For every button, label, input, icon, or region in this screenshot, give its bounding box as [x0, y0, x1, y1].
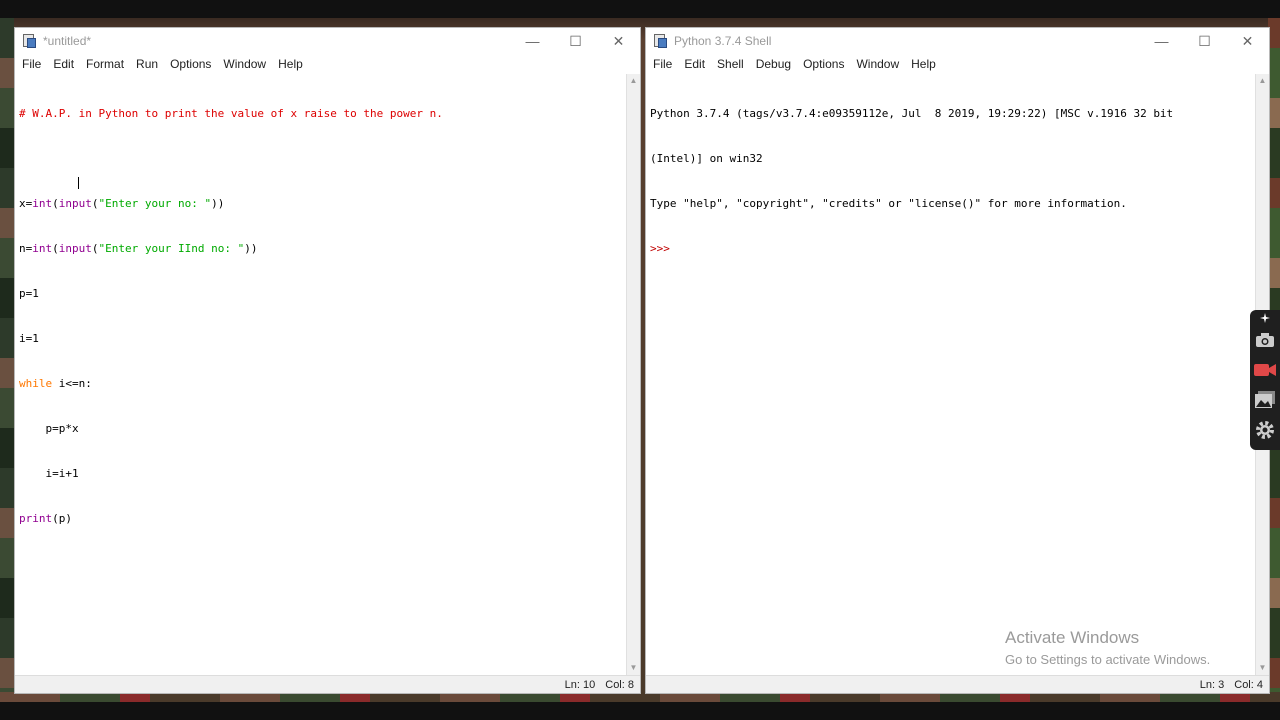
watermark-subtitle: Go to Settings to activate Windows.: [1005, 652, 1211, 667]
video-icon[interactable]: [1253, 358, 1277, 382]
shell-text: Python 3.7.4 (tags/v3.7.4:e09359112e, Ju…: [650, 107, 1174, 120]
code-line-9: i=i+1: [19, 466, 622, 481]
code-token: i<=n:: [52, 377, 92, 390]
code-builtin: print: [19, 512, 53, 525]
menu-edit[interactable]: Edit: [679, 57, 712, 71]
code-token: )): [211, 197, 225, 210]
code-builtin: int: [32, 242, 53, 255]
menu-edit[interactable]: Edit: [48, 57, 81, 71]
code-string: "Enter your no: ": [98, 197, 212, 210]
editor-menubar: File Edit Format Run Options Window Help: [15, 54, 640, 74]
code-builtin: int: [32, 197, 53, 210]
shell-titlebar[interactable]: Python 3.7.4 Shell — ☐ ✕: [646, 28, 1269, 54]
pin-icon[interactable]: [1253, 312, 1277, 324]
scroll-up-icon[interactable]: ▲: [629, 76, 638, 86]
text-cursor-icon: [78, 177, 81, 189]
code-token: (p): [52, 512, 72, 525]
code-line-8: p=p*x: [19, 421, 622, 436]
code-string: "Enter your IInd no: ": [98, 242, 245, 255]
code-line-4: n=int(input("Enter your IInd no: ")): [19, 241, 622, 256]
code-token: (: [52, 242, 59, 255]
menu-window[interactable]: Window: [851, 57, 906, 71]
editor-statusbar: Ln: 10 Col: 8: [15, 675, 640, 693]
idle-icon: [652, 33, 668, 49]
menu-options[interactable]: Options: [165, 57, 218, 71]
menu-file[interactable]: File: [17, 57, 48, 71]
menu-format[interactable]: Format: [81, 57, 131, 71]
line-number: Ln: 3: [1199, 678, 1225, 691]
shell-output[interactable]: Python 3.7.4 (tags/v3.7.4:e09359112e, Ju…: [646, 74, 1255, 675]
menu-debug[interactable]: Debug: [751, 57, 798, 71]
code-line-7: while i<=n:: [19, 376, 622, 391]
code-token: (: [91, 197, 99, 210]
code-line-10: print(p): [19, 511, 622, 526]
menu-help[interactable]: Help: [906, 57, 943, 71]
code-builtin: input: [58, 242, 92, 255]
menu-file[interactable]: File: [648, 57, 679, 71]
shell-title: Python 3.7.4 Shell: [674, 34, 772, 48]
minimize-button[interactable]: —: [511, 28, 554, 54]
menu-window[interactable]: Window: [218, 57, 273, 71]
shell-line: Type "help", "copyright", "credits" or "…: [650, 196, 1251, 211]
shell-window[interactable]: Python 3.7.4 Shell — ☐ ✕ File Edit Shell…: [645, 27, 1270, 694]
editor-titlebar[interactable]: *untitled* — ☐ ✕: [15, 28, 640, 54]
scroll-down-icon[interactable]: ▼: [1258, 663, 1267, 673]
scroll-up-icon[interactable]: ▲: [1258, 76, 1267, 86]
shell-line: >>>: [650, 241, 1251, 256]
code-token: (: [52, 197, 59, 210]
shell-text: Type "help", "copyright", "credits" or "…: [650, 197, 1127, 210]
shell-line: Python 3.7.4 (tags/v3.7.4:e09359112e, Ju…: [650, 106, 1251, 121]
code-line-3: x=int(input("Enter your no: ")): [19, 196, 622, 211]
code-builtin: input: [58, 197, 92, 210]
menu-run[interactable]: Run: [131, 57, 165, 71]
code-token: p=1: [19, 287, 39, 300]
shell-statusbar: Ln: 3 Col: 4: [646, 675, 1269, 693]
code-comment: # W.A.P. in Python to print the value of…: [19, 107, 443, 120]
code-token: )): [244, 242, 258, 255]
code-keyword: while: [19, 377, 53, 390]
code-token: p=p*x: [19, 422, 79, 435]
menu-shell[interactable]: Shell: [712, 57, 751, 71]
code-line-5: p=1: [19, 286, 622, 301]
maximize-button[interactable]: ☐: [554, 28, 597, 54]
scroll-down-icon[interactable]: ▼: [629, 663, 638, 673]
menu-options[interactable]: Options: [798, 57, 851, 71]
code-token: i=i+1: [19, 467, 79, 480]
editor-title: *untitled*: [43, 34, 92, 48]
shell-text: (Intel)] on win32: [650, 152, 763, 165]
code-token: x=: [19, 197, 33, 210]
editor-window[interactable]: *untitled* — ☐ ✕ File Edit Format Run Op…: [14, 27, 641, 694]
column-number: Col: 8: [605, 678, 634, 691]
code-line-1: # W.A.P. in Python to print the value of…: [19, 106, 622, 121]
code-token: n=: [19, 242, 33, 255]
desktop-background-left: [0, 18, 14, 700]
close-button[interactable]: ✕: [1226, 28, 1269, 54]
code-line-6: i=1: [19, 331, 622, 346]
maximize-button[interactable]: ☐: [1183, 28, 1226, 54]
minimize-button[interactable]: —: [1140, 28, 1183, 54]
code-editor[interactable]: # W.A.P. in Python to print the value of…: [15, 74, 626, 675]
editor-scrollbar[interactable]: ▲ ▼: [626, 74, 640, 675]
code-token: (: [91, 242, 99, 255]
shell-line: (Intel)] on win32: [650, 151, 1251, 166]
gallery-icon[interactable]: [1253, 388, 1277, 412]
close-button[interactable]: ✕: [597, 28, 640, 54]
code-token: i=1: [19, 332, 39, 345]
shell-menubar: File Edit Shell Debug Options Window Hel…: [646, 54, 1269, 74]
activate-windows-watermark: Activate Windows Go to Settings to activ…: [1005, 628, 1210, 667]
recorder-toolbar: [1250, 310, 1280, 450]
line-number: Ln: 10: [564, 678, 596, 691]
column-number: Col: 4: [1234, 678, 1263, 691]
watermark-title: Activate Windows: [1005, 628, 1140, 647]
idle-icon: [21, 33, 37, 49]
gear-icon[interactable]: [1253, 418, 1277, 442]
menu-help[interactable]: Help: [273, 57, 310, 71]
camera-icon[interactable]: [1253, 328, 1277, 352]
shell-prompt[interactable]: >>>: [650, 242, 670, 255]
